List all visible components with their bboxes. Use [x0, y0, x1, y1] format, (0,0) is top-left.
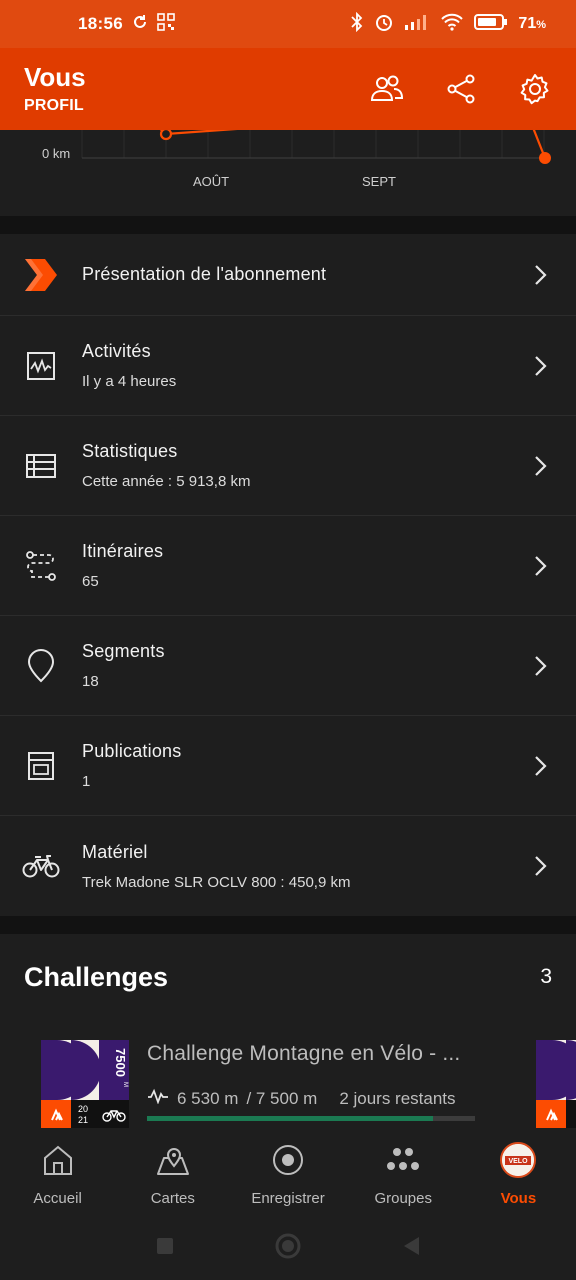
nav-label: Cartes	[150, 1190, 195, 1207]
status-bar: 18:56 71%	[0, 0, 576, 48]
page-subtitle: PROFIL	[24, 97, 84, 114]
signal-icon	[404, 13, 430, 36]
challenges-title: Challenges	[24, 962, 169, 992]
menu-item-routes[interactable]: Itinéraires 65	[0, 516, 576, 616]
posts-icon	[22, 747, 60, 785]
system-navigation-bar	[0, 1216, 576, 1280]
menu-sublabel: 1	[82, 773, 91, 790]
menu-label: Publications	[82, 741, 182, 761]
home-icon	[40, 1142, 76, 1178]
bottom-navigation: Accueil Cartes Enregistrer Groupes VELO …	[0, 1130, 576, 1216]
menu-item-gear[interactable]: Matériel Trek Madone SLR OCLV 800 : 450,…	[0, 816, 576, 916]
nav-you[interactable]: VELO Vous	[461, 1130, 576, 1216]
nav-label: Enregistrer	[251, 1190, 325, 1207]
challenge-badge[interactable]: 7500 M 20 21	[41, 1040, 129, 1128]
nav-groups[interactable]: Groupes	[346, 1130, 461, 1216]
nav-home[interactable]: Accueil	[0, 1130, 115, 1216]
chevron-right-icon	[535, 755, 547, 776]
profile-menu-list: Présentation de l'abonnement Activités I…	[0, 234, 576, 916]
chart-plot	[81, 130, 551, 164]
nav-maps[interactable]: Cartes	[115, 1130, 230, 1216]
challenge-progress-fill	[147, 1116, 433, 1121]
menu-label: Matériel	[82, 841, 148, 862]
badge-year-top: 20	[78, 1104, 88, 1114]
chevron-right-icon	[535, 856, 547, 876]
home-circle-icon[interactable]	[274, 1232, 302, 1265]
chevron-right-icon	[535, 264, 547, 285]
nav-label: Vous	[500, 1190, 537, 1207]
elevation-pulse-icon	[147, 1088, 169, 1109]
bluetooth-icon	[350, 11, 364, 37]
challenges-section: Challenges 3 7500 M 20 21 Challenge Mont…	[0, 934, 576, 1130]
monthly-distance-chart: 0 km AOÛT SEPT	[0, 130, 576, 216]
menu-sublabel: Cette année : 5 913,8 km	[82, 473, 251, 490]
sync-icon	[131, 13, 149, 36]
chevron-right-icon	[535, 655, 547, 676]
qr-code-icon	[157, 12, 175, 36]
challenge-name[interactable]: Challenge Montagne en Vélo - ...	[147, 1042, 460, 1066]
chart-point	[159, 130, 173, 141]
friends-icon[interactable]	[370, 72, 404, 106]
section-divider	[0, 916, 576, 934]
record-icon	[270, 1142, 306, 1178]
groups-dots-icon	[385, 1142, 421, 1178]
chart-point-current	[539, 152, 551, 164]
menu-label: Itinéraires	[82, 541, 164, 561]
chart-x-tick-label-sept: SEPT	[362, 174, 396, 189]
menu-label: Présentation de l'abonnement	[82, 264, 327, 284]
nav-record[interactable]: Enregistrer	[230, 1130, 345, 1216]
activity-pulse-icon	[22, 347, 60, 385]
challenge-progress-bar	[147, 1116, 475, 1121]
badge-unit-text: M	[122, 1082, 128, 1087]
wifi-icon	[440, 13, 464, 36]
challenge-current: 6 530 m	[177, 1088, 239, 1108]
chevron-right-icon	[535, 455, 547, 476]
badge-goal-text: 7500	[113, 1048, 128, 1077]
chevron-right-icon	[535, 355, 547, 376]
app-header: Vous PROFIL	[0, 48, 576, 130]
menu-item-subscription[interactable]: Présentation de l'abonnement	[0, 234, 576, 316]
map-pin-icon	[155, 1142, 191, 1178]
recent-apps-icon[interactable]	[156, 1237, 174, 1260]
badge-year-bottom: 21	[78, 1115, 88, 1125]
challenge-goal: / 7 500 m	[246, 1088, 318, 1108]
battery-level: 71	[518, 15, 537, 32]
chart-y-tick-label: 0 km	[42, 146, 71, 161]
settings-gear-icon[interactable]	[518, 72, 552, 106]
status-time: 18:56	[78, 14, 123, 33]
share-icon[interactable]	[444, 72, 478, 106]
menu-label: Statistiques	[82, 441, 178, 461]
challenge-badge-next[interactable]	[536, 1040, 576, 1128]
challenge-remaining: 2 jours restants	[339, 1088, 456, 1108]
alarm-icon	[374, 12, 394, 37]
chevron-right-icon	[535, 555, 547, 576]
menu-item-segments[interactable]: Segments 18	[0, 616, 576, 716]
avatar: VELO	[500, 1142, 537, 1178]
challenges-count[interactable]: 3	[540, 965, 552, 989]
segment-pin-icon	[22, 647, 60, 685]
nav-label: Accueil	[33, 1190, 82, 1207]
menu-label: Segments	[82, 641, 165, 661]
subscription-chevron-icon	[22, 256, 60, 294]
menu-item-activities[interactable]: Activités Il y a 4 heures	[0, 316, 576, 416]
statistics-table-icon	[22, 447, 60, 485]
route-icon	[22, 547, 60, 585]
menu-sublabel: Trek Madone SLR OCLV 800 : 450,9 km	[82, 873, 351, 891]
menu-sublabel: 65	[82, 573, 99, 590]
chart-x-tick-label-aout: AOÛT	[193, 174, 230, 189]
bike-icon	[22, 847, 60, 885]
section-divider	[0, 216, 576, 234]
avatar-text: VELO	[509, 1158, 529, 1165]
menu-sublabel: Il y a 4 heures	[82, 373, 177, 390]
menu-item-statistics[interactable]: Statistiques Cette année : 5 913,8 km	[0, 416, 576, 516]
nav-label: Groupes	[374, 1190, 432, 1207]
page-title: Vous	[24, 62, 86, 92]
back-triangle-icon[interactable]	[402, 1236, 420, 1261]
menu-sublabel: 18	[82, 673, 99, 690]
battery-icon	[474, 13, 508, 36]
challenge-stats: 6 530 m / 7 500 m 2 jours restants	[147, 1088, 456, 1109]
menu-label: Activités	[82, 341, 151, 361]
menu-item-posts[interactable]: Publications 1	[0, 716, 576, 816]
